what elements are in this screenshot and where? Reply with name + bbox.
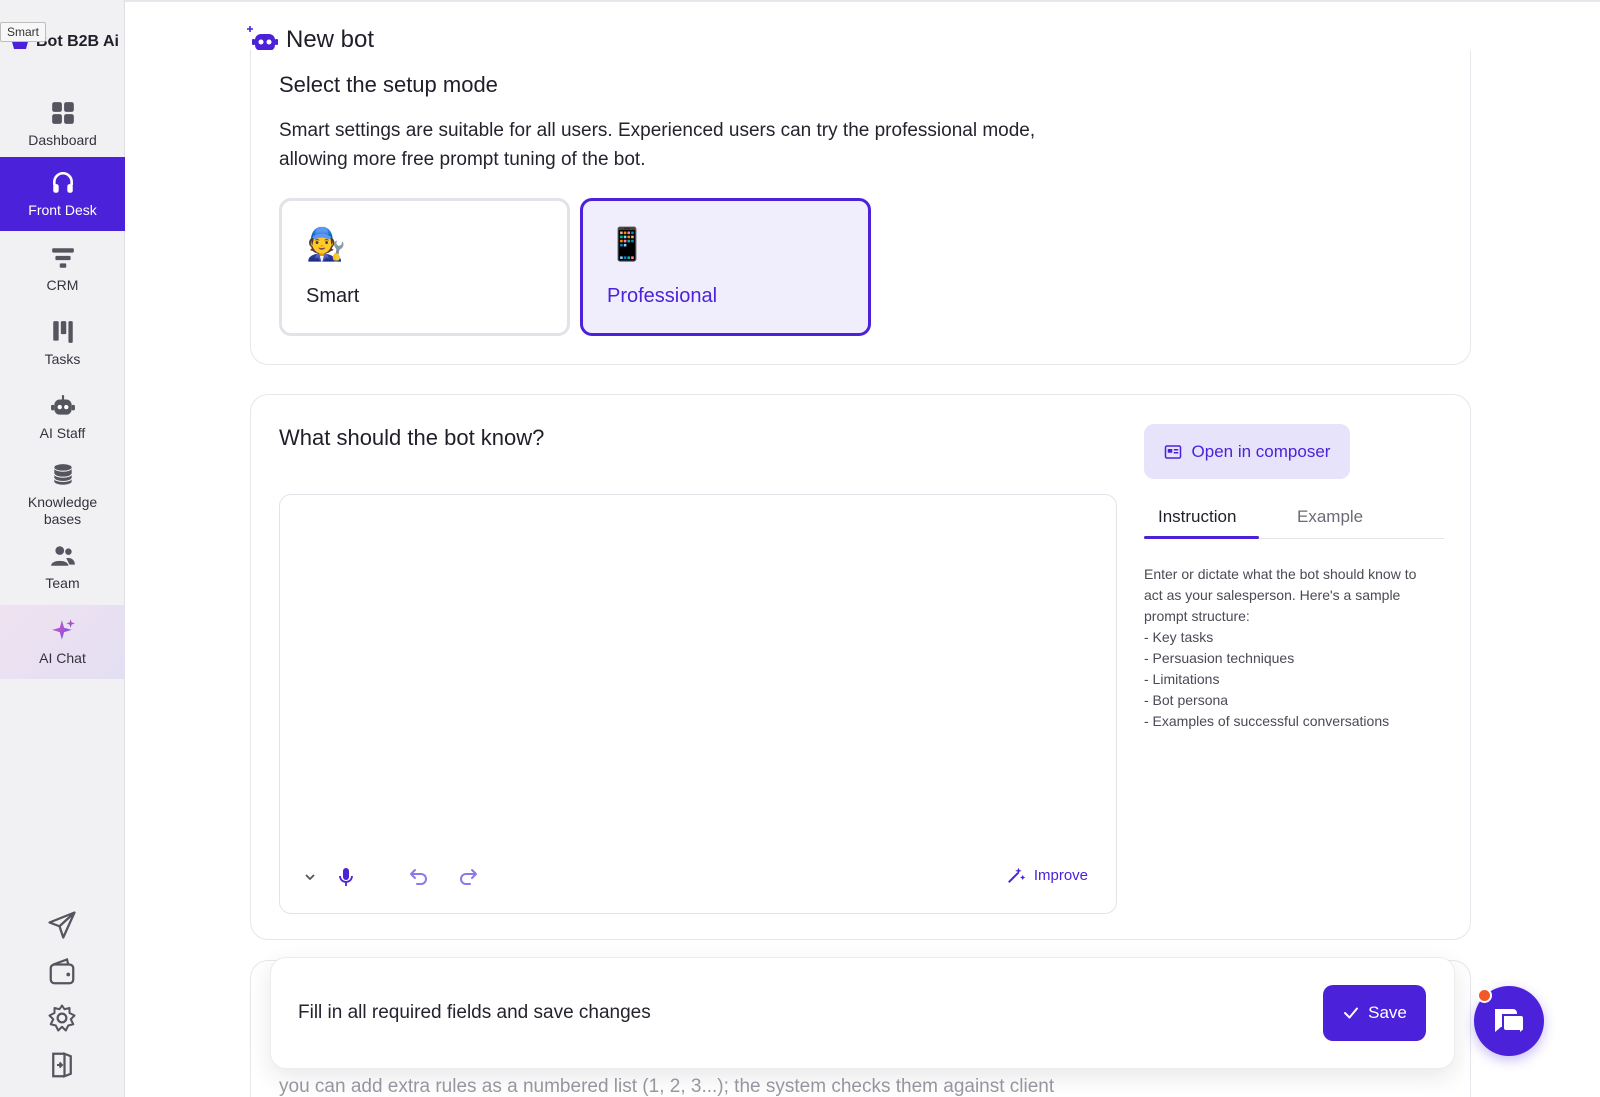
- logout-icon[interactable]: [47, 1050, 77, 1080]
- team-icon: [50, 545, 75, 566]
- database-icon: [53, 464, 72, 485]
- sidebar-item-knowledge-bases[interactable]: Knowledge bases: [0, 455, 125, 535]
- tab-example[interactable]: Example: [1297, 507, 1363, 527]
- improve-label: Improve: [1033, 866, 1088, 884]
- checkmark-icon: [1344, 1007, 1359, 1019]
- chat-bubbles-icon: [1495, 1009, 1525, 1037]
- sidebar-item-label: Front Desk: [28, 201, 97, 218]
- mode-option-professional[interactable]: 📱 Professional: [580, 198, 871, 336]
- sidebar-item-team[interactable]: Team: [0, 530, 125, 604]
- setup-mode-description: Smart settings are suitable for all user…: [279, 120, 1036, 170]
- save-label: Save: [1368, 1003, 1407, 1022]
- mode-label: Professional: [607, 285, 718, 307]
- active-tab-indicator: [1144, 536, 1259, 539]
- sidebar: Smart Bot B2B Ai Dashboard Front Desk CR…: [0, 0, 125, 1097]
- chevron-down-icon[interactable]: [298, 865, 322, 889]
- sidebar-item-label: AI Staff: [39, 424, 86, 441]
- sidebar-item-crm[interactable]: CRM: [0, 232, 125, 306]
- phone-emoji-icon: 📱: [607, 226, 647, 262]
- brand-name: Bot B2B Ai: [36, 33, 119, 50]
- tab-instruction[interactable]: Instruction: [1158, 507, 1236, 527]
- sidebar-item-label: Dashboard: [28, 131, 97, 148]
- wallet-icon[interactable]: [47, 957, 77, 987]
- instruction-line: act as your salesperson. Here's a sample: [1144, 587, 1401, 603]
- instruction-text: Enter or dictate what the bot should kno…: [1144, 564, 1444, 732]
- instruction-line: Enter or dictate what the bot should kno…: [1144, 566, 1417, 582]
- knowledge-editor[interactable]: Improve: [279, 494, 1117, 914]
- sidebar-item-label: Tasks: [44, 350, 81, 367]
- robot-icon: [50, 394, 75, 415]
- sidebar-item-dashboard[interactable]: Dashboard: [0, 87, 125, 161]
- magic-wand-icon: [1008, 867, 1025, 883]
- sidebar-item-label: Knowledge bases: [27, 494, 98, 527]
- mode-option-smart[interactable]: 🧑‍🔧 Smart: [279, 198, 570, 336]
- sidebar-item-ai-chat[interactable]: AI Chat: [0, 605, 125, 679]
- instruction-line: - Limitations: [1144, 671, 1220, 687]
- save-bar-message: Fill in all required fields and save cha…: [298, 1002, 651, 1023]
- improve-button[interactable]: Improve: [1006, 865, 1088, 885]
- instruction-line: - Persuasion techniques: [1144, 650, 1295, 666]
- funnel-icon: [51, 247, 74, 268]
- save-bar: Fill in all required fields and save cha…: [270, 957, 1455, 1069]
- sidebar-item-ai-staff[interactable]: AI Staff: [0, 380, 125, 454]
- sparkle-icon: [51, 618, 75, 640]
- sidebar-item-label: Team: [45, 574, 80, 591]
- sidebar-item-label: CRM: [46, 276, 79, 293]
- kanban-icon: [52, 320, 73, 343]
- tooltip: Smart: [0, 22, 47, 42]
- knowledge-title: What should the bot know?: [279, 425, 545, 450]
- instruction-line: prompt structure:: [1144, 608, 1250, 624]
- gear-icon[interactable]: [47, 1003, 77, 1033]
- dashboard-icon: [51, 101, 74, 124]
- redo-icon[interactable]: [457, 865, 481, 889]
- composer-label: Open in composer: [1191, 441, 1331, 461]
- notification-dot: [1477, 988, 1492, 1003]
- setup-mode-title: Select the setup mode: [279, 72, 498, 97]
- instruction-tabs: Instruction Example: [1144, 503, 1444, 539]
- undo-icon[interactable]: [406, 865, 430, 889]
- mechanic-emoji-icon: 🧑‍🔧: [306, 226, 346, 262]
- instruction-line: - Key tasks: [1144, 629, 1214, 645]
- instruction-line: - Examples of successful conversations: [1144, 713, 1390, 729]
- headset-icon: [52, 171, 73, 193]
- sidebar-item-tasks[interactable]: Tasks: [0, 306, 125, 380]
- save-button[interactable]: Save: [1323, 985, 1426, 1041]
- send-icon[interactable]: [47, 910, 77, 940]
- sidebar-item-label: AI Chat: [39, 649, 86, 666]
- open-in-composer-button[interactable]: Open in composer: [1144, 424, 1350, 479]
- composer-icon: [1164, 444, 1181, 459]
- microphone-icon[interactable]: [334, 865, 358, 889]
- rules-hint-text: you can add extra rules as a numbered li…: [279, 1076, 1055, 1097]
- instruction-line: - Bot persona: [1144, 692, 1229, 708]
- mode-label: Smart: [306, 285, 360, 307]
- sidebar-item-front-desk[interactable]: Front Desk: [0, 157, 125, 231]
